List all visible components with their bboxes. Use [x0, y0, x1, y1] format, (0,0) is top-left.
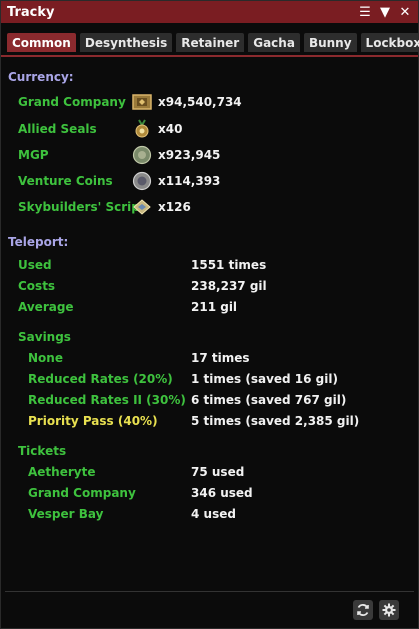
currency-label: Grand Company: [18, 95, 126, 109]
savings-label: Reduced Rates II (30%): [28, 393, 186, 407]
venture-coin-icon: [132, 171, 152, 191]
savings-value: 1 times (saved 16 gil): [191, 372, 338, 386]
skybuilders-scrip-icon: [132, 197, 152, 217]
savings-label: Reduced Rates (20%): [28, 372, 173, 386]
refresh-icon: [357, 604, 369, 616]
ticket-label: Grand Company: [28, 486, 136, 500]
footer-divider: [5, 591, 414, 592]
title-bar[interactable]: Tracky ☰ ▼ ✕: [1, 1, 418, 23]
stat-value: 211 gil: [191, 300, 238, 314]
currency-label: Skybuilders' Scrip: [18, 200, 140, 214]
teleport-heading: Teleport:: [8, 235, 69, 249]
mgp-coin-icon: [132, 145, 152, 165]
teleport-stat-row: Average 211 gil: [1, 298, 418, 316]
ticket-label: Aetheryte: [28, 465, 96, 479]
currency-heading: Currency:: [8, 70, 74, 84]
allied-seal-icon: [132, 119, 152, 139]
savings-row: Reduced Rates II (30%) 6 times (saved 76…: [1, 391, 418, 409]
savings-row: Reduced Rates (20%) 1 times (saved 16 gi…: [1, 370, 418, 388]
savings-value: 5 times (saved 2,385 gil): [191, 414, 360, 428]
currency-value: x114,393: [158, 174, 221, 188]
savings-heading-row: Savings: [1, 328, 418, 346]
savings-heading: Savings: [18, 330, 71, 344]
settings-button[interactable]: [379, 600, 399, 620]
savings-value: 17 times: [191, 351, 250, 365]
tab-lockbox[interactable]: Lockbox: [360, 33, 419, 52]
tab-bunny[interactable]: Bunny: [303, 33, 357, 52]
currency-row: Skybuilders' Scrip x126: [1, 198, 418, 216]
tickets-heading-row: Tickets: [1, 442, 418, 460]
refresh-button[interactable]: [353, 600, 373, 620]
stat-value: 238,237 gil: [191, 279, 267, 293]
savings-label: Priority Pass (40%): [28, 414, 158, 428]
tracky-window: Tracky ☰ ▼ ✕ Common Desynthesis Retainer…: [0, 0, 419, 629]
currency-row: Allied Seals x40: [1, 119, 418, 139]
currency-label: Venture Coins: [18, 174, 113, 188]
currency-label: Allied Seals: [18, 122, 97, 136]
currency-value: x923,945: [158, 148, 221, 162]
currency-row: MGP x923,945: [1, 145, 418, 165]
window-title: Tracky: [7, 4, 55, 20]
ticket-row: Vesper Bay 4 used: [1, 505, 418, 523]
savings-label: None: [28, 351, 63, 365]
savings-row: Priority Pass (40%) 5 times (saved 2,385…: [1, 412, 418, 430]
tickets-heading: Tickets: [18, 444, 67, 458]
grand-company-seal-icon: [132, 92, 152, 112]
tab-retainer[interactable]: Retainer: [176, 33, 245, 52]
currency-row: Venture Coins x114,393: [1, 171, 418, 191]
currency-value: x40: [158, 122, 183, 136]
currency-value: x126: [158, 200, 191, 214]
tab-bar: Common Desynthesis Retainer Gacha Bunny …: [1, 23, 419, 57]
tab-common[interactable]: Common: [7, 33, 76, 52]
teleport-stat-row: Costs 238,237 gil: [1, 277, 418, 295]
ticket-row: Grand Company 346 used: [1, 484, 418, 502]
ticket-label: Vesper Bay: [28, 507, 104, 521]
teleport-stat-row: Used 1551 times: [1, 256, 418, 274]
ticket-value: 75 used: [191, 465, 245, 479]
ticket-row: Aetheryte 75 used: [1, 463, 418, 481]
stat-label: Average: [18, 300, 74, 314]
currency-row: Grand Company x94,540,734: [1, 93, 418, 111]
tab-gacha[interactable]: Gacha: [248, 33, 300, 52]
savings-row: None 17 times: [1, 349, 418, 367]
stat-label: Used: [18, 258, 52, 272]
menu-icon[interactable]: ☰: [358, 5, 372, 20]
ticket-value: 346 used: [191, 486, 253, 500]
gear-icon: [382, 603, 396, 617]
stat-label: Costs: [18, 279, 56, 293]
close-icon[interactable]: ✕: [398, 5, 412, 20]
currency-label: MGP: [18, 148, 49, 162]
currency-value: x94,540,734: [158, 95, 242, 109]
savings-value: 6 times (saved 767 gil): [191, 393, 347, 407]
ticket-value: 4 used: [191, 507, 236, 521]
stat-value: 1551 times: [191, 258, 267, 272]
collapse-icon[interactable]: ▼: [378, 5, 392, 20]
tab-desynthesis[interactable]: Desynthesis: [79, 33, 173, 52]
